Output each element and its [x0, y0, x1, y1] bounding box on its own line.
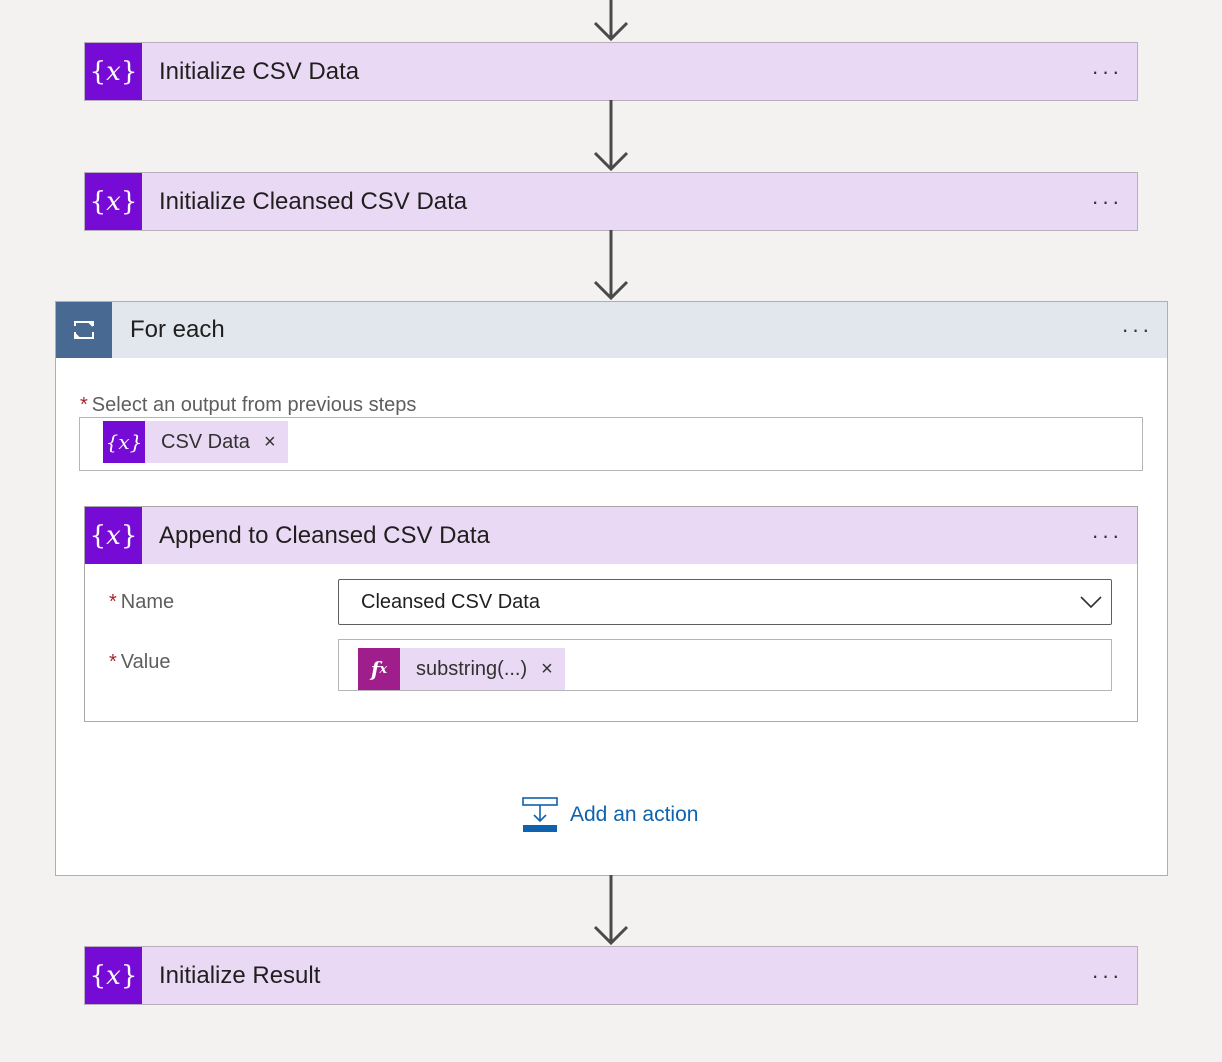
step-title: Initialize Result	[159, 961, 321, 989]
more-options-button[interactable]: ···	[1077, 60, 1137, 83]
csv-data-token[interactable]: {x} CSV Data ×	[103, 421, 288, 463]
more-options-button[interactable]: ···	[1077, 190, 1137, 213]
add-action-button[interactable]: Add an action	[522, 797, 698, 833]
chevron-down-icon[interactable]	[1071, 596, 1111, 608]
required-marker: *	[80, 394, 88, 416]
connector-arrow-icon	[593, 0, 629, 42]
fx-icon: fx	[358, 648, 400, 690]
name-dropdown-value: Cleansed CSV Data	[361, 590, 540, 613]
required-marker: *	[109, 591, 117, 613]
select-output-label-text: Select an output from previous steps	[91, 394, 417, 416]
step-initialize-result[interactable]: {x} Initialize Result ···	[84, 946, 1138, 1005]
variable-braces-icon: {x}	[85, 947, 142, 1004]
add-action-icon	[522, 797, 558, 832]
remove-token-button[interactable]: ×	[264, 431, 276, 454]
connector-arrow-icon	[593, 875, 629, 946]
add-action-label: Add an action	[570, 803, 699, 826]
name-label-text: Name	[120, 591, 175, 613]
connector-arrow-icon	[593, 230, 629, 301]
value-label-text: Value	[120, 651, 171, 673]
substring-expression-token[interactable]: fx substring(...) ×	[358, 648, 565, 690]
token-label: CSV Data	[161, 430, 250, 453]
step-title: Initialize Cleansed CSV Data	[159, 187, 468, 215]
step-initialize-cleansed-csv-data[interactable]: {x} Initialize Cleansed CSV Data ···	[84, 172, 1138, 231]
step-for-each[interactable]: For each ··· * Select an output from prev…	[55, 301, 1168, 876]
loop-icon	[56, 302, 112, 358]
for-each-header[interactable]: For each ···	[56, 302, 1167, 358]
more-options-button[interactable]: ···	[1107, 319, 1167, 341]
select-output-field[interactable]: {x} CSV Data ×	[79, 417, 1143, 471]
more-options-button[interactable]: ···	[1077, 524, 1137, 547]
connector-arrow-icon	[593, 100, 629, 172]
variable-braces-icon: {x}	[103, 421, 145, 463]
required-marker: *	[109, 651, 117, 673]
step-title: Initialize CSV Data	[159, 57, 360, 85]
token-label: substring(...)	[416, 657, 528, 680]
name-label: * Name	[109, 591, 174, 614]
remove-token-button[interactable]: ×	[541, 658, 553, 681]
variable-braces-icon: {x}	[85, 507, 142, 564]
name-dropdown[interactable]: Cleansed CSV Data	[338, 579, 1112, 625]
step-append-to-cleansed-csv-data[interactable]: {x} Append to Cleansed CSV Data ··· * Nam…	[84, 506, 1138, 722]
variable-braces-icon: {x}	[85, 43, 142, 100]
select-output-label: * Select an output from previous steps	[80, 394, 416, 417]
step-initialize-csv-data[interactable]: {x} Initialize CSV Data ···	[84, 42, 1138, 101]
more-options-button[interactable]: ···	[1077, 964, 1137, 987]
value-field[interactable]: fx substring(...) ×	[338, 639, 1112, 691]
value-label: * Value	[109, 651, 170, 674]
variable-braces-icon: {x}	[85, 173, 142, 230]
step-title: Append to Cleansed CSV Data	[159, 521, 490, 549]
step-title: For each	[130, 316, 225, 343]
